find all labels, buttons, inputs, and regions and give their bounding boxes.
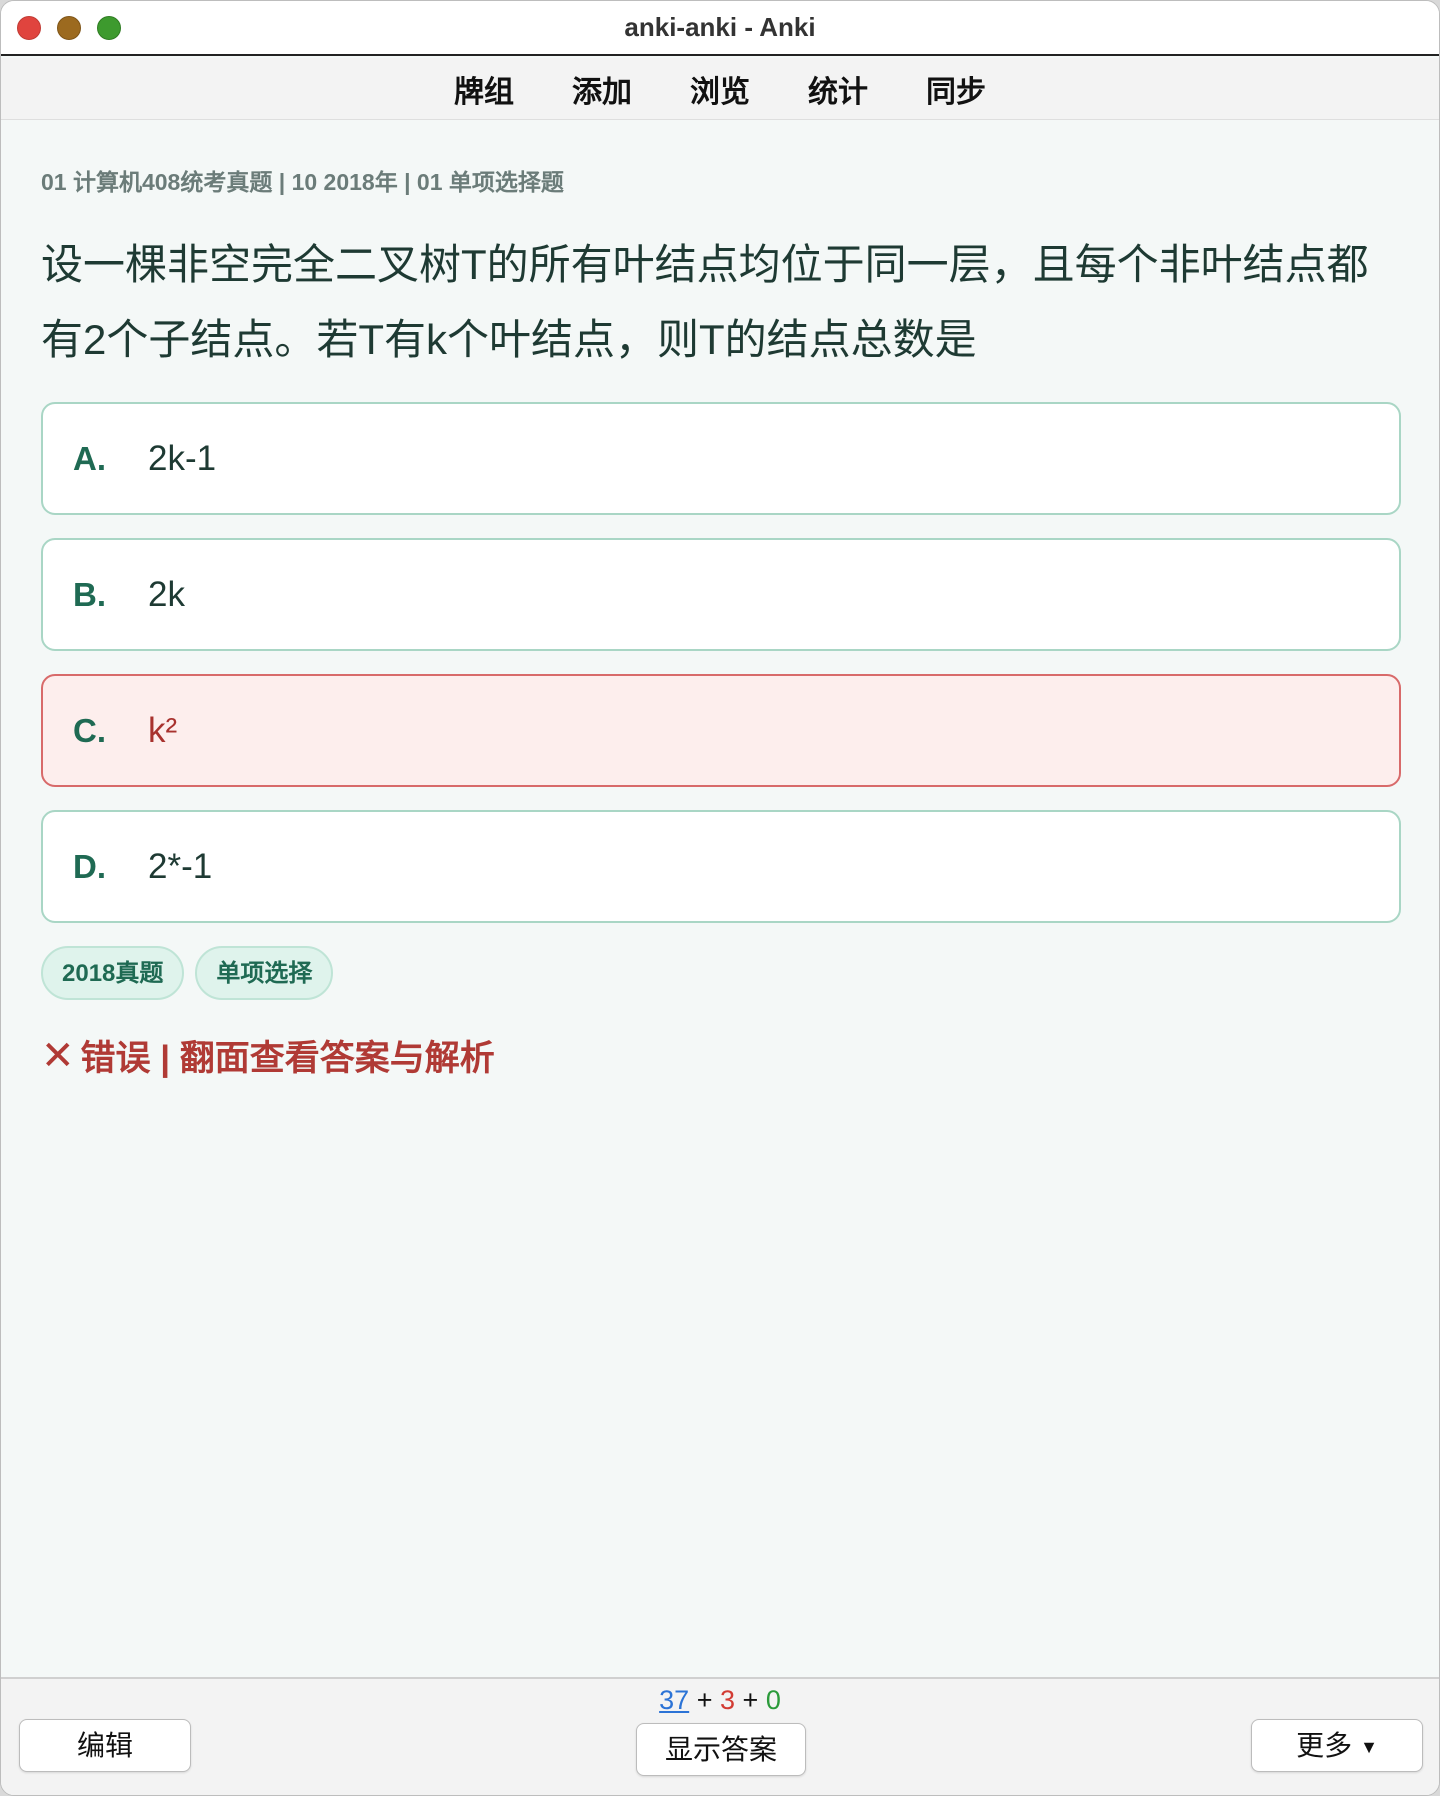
option-text: k²: [148, 710, 178, 750]
toolbar-browse[interactable]: 浏览: [661, 67, 779, 111]
plus-sign: +: [696, 1685, 713, 1715]
more-label: 更多: [1296, 1730, 1353, 1761]
tag-chip: 2018真题: [41, 946, 185, 1000]
question-text: 设一棵非空完全二叉树T的所有叶结点均位于同一层，且每个非叶结点都有2个子结点。若…: [41, 241, 1369, 363]
option-letter: B.: [73, 575, 106, 613]
option-text: 2k-1: [148, 438, 217, 478]
card-content: 01 计算机408统考真题 | 10 2018年 | 01 单项选择题 设一棵非…: [41, 121, 1401, 1081]
option-text: 2k: [148, 574, 185, 614]
new-count[interactable]: 37: [659, 1685, 689, 1715]
tag-list: 2018真题 单项选择: [41, 946, 1401, 1000]
result-text: 错误 | 翻面查看答案与解析: [80, 1039, 495, 1078]
learn-count: 3: [719, 1685, 736, 1715]
toolbar-decks[interactable]: 牌组: [425, 67, 543, 111]
edit-button[interactable]: 编辑: [19, 1719, 191, 1772]
title-bar: anki-anki - Anki: [1, 1, 1439, 56]
toolbar-sync[interactable]: 同步: [897, 67, 1015, 111]
review-count: 0: [765, 1685, 781, 1715]
caret-down-icon: ▼: [1360, 1737, 1378, 1758]
main-toolbar: 牌组 添加 浏览 统计 同步: [1, 58, 1439, 120]
toolbar-add[interactable]: 添加: [543, 67, 661, 111]
option-letter: D.: [73, 847, 106, 885]
option-letter: C.: [73, 711, 106, 749]
deck-breadcrumb: 01 计算机408统考真题 | 10 2018年 | 01 单项选择题: [41, 169, 564, 195]
option-text: 2*-1: [148, 846, 213, 886]
show-answer-button[interactable]: 显示答案: [636, 1723, 806, 1776]
window-title: anki-anki - Anki: [624, 12, 816, 42]
option-d[interactable]: D. 2*-1: [41, 810, 1401, 923]
toolbar-stats[interactable]: 统计: [779, 67, 897, 111]
option-a[interactable]: A. 2k-1: [41, 402, 1401, 515]
options-list: A. 2k-1 B. 2k C. k² D. 2*-1: [41, 402, 1401, 923]
bottom-bar: 37 + 3 + 0 编辑 显示答案 更多 ▼: [1, 1677, 1439, 1795]
option-b[interactable]: B. 2k: [41, 538, 1401, 651]
wrong-x-icon: ✕: [41, 1033, 75, 1078]
more-button[interactable]: 更多 ▼: [1251, 1719, 1423, 1772]
anki-window: anki-anki - Anki 牌组 添加 浏览 统计 同步 01 计算机40…: [0, 0, 1440, 1796]
tag-chip: 单项选择: [195, 946, 334, 1000]
due-counts: 37 + 3 + 0: [1, 1685, 1439, 1716]
option-c-selected-wrong[interactable]: C. k²: [41, 674, 1401, 787]
option-letter: A.: [73, 439, 106, 477]
plus-sign: +: [742, 1685, 759, 1715]
answer-result: ✕ 错误 | 翻面查看答案与解析: [41, 1030, 1401, 1081]
